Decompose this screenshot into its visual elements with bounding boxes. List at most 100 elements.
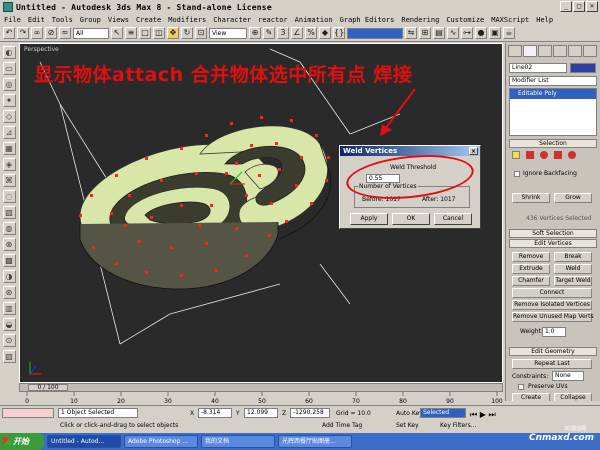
menu-reactor[interactable]: reactor [258,16,288,24]
y-coordinate[interactable]: 12.099 [244,408,278,418]
layer-manager-icon[interactable]: ▤ [433,27,445,39]
apply-button[interactable]: Apply [350,213,388,225]
edit-vertices-rollout[interactable]: Edit Vertices [509,239,597,248]
ignore-backfacing-checkbox[interactable] [514,171,520,177]
display-tab-icon[interactable] [568,45,582,57]
menu-maxscript[interactable]: MAXScript [491,16,529,24]
break-button[interactable]: Break [554,252,592,262]
select-move-icon[interactable]: ✥ [167,27,179,39]
snap-toggle-icon[interactable]: 3 [277,27,289,39]
rect-selection-icon[interactable]: □ [139,27,151,39]
remove-unused-map-button[interactable]: Remove Unused Map Verts [512,312,594,322]
reference-coord-dropdown[interactable]: View [209,27,247,39]
menu-tools[interactable]: Tools [52,16,73,24]
task-my-documents[interactable]: 我的文档 [201,435,275,448]
task-photoshop[interactable]: Adobe Photoshop ... [124,435,198,448]
constraints-dropdown[interactable]: None [552,371,584,381]
cancel-button[interactable]: Cancel [434,213,472,225]
set-key-label[interactable]: Set Key [396,422,419,429]
tool-8-icon[interactable]: ◈ [2,158,16,171]
tool-5-icon[interactable]: ◇ [2,110,16,123]
shrink-button[interactable]: Shrink [512,193,550,203]
hierarchy-tab-icon[interactable] [538,45,552,57]
edge-mode-icon[interactable] [526,151,534,159]
modify-tab-icon[interactable] [523,45,537,57]
tool-7-icon[interactable]: ▦ [2,142,16,155]
named-selection-sets-field[interactable] [347,27,403,39]
percent-snap-icon[interactable]: % [305,27,317,39]
vertex-mode-icon[interactable] [512,151,520,159]
tool-20-icon[interactable]: ▨ [2,350,16,363]
tool-3-icon[interactable]: ◎ [2,78,16,91]
connect-button[interactable]: Connect [512,288,592,298]
render-scene-icon[interactable]: ▣ [489,27,501,39]
dialog-close-icon[interactable]: × [469,147,478,155]
object-color-swatch[interactable] [570,63,596,73]
time-slider-thumb[interactable]: 0 / 100 [28,384,68,391]
chamfer-button[interactable]: Chamfer [512,276,550,286]
tool-15-icon[interactable]: ◑ [2,270,16,283]
tool-13-icon[interactable]: ⊗ [2,238,16,251]
ok-button[interactable]: OK [392,213,430,225]
extrude-button[interactable]: Extrude [512,264,550,274]
tool-18-icon[interactable]: ◒ [2,318,16,331]
z-coordinate[interactable]: -1290.258 [290,408,330,418]
object-name-field[interactable]: Line02 [509,63,567,73]
manipulate-icon[interactable]: ✎ [263,27,275,39]
task-3dsmax[interactable]: Untitled - Autod... [47,435,121,448]
pivot-center-icon[interactable]: ⊕ [249,27,261,39]
preserve-uvs-checkbox[interactable] [518,384,524,390]
tool-19-icon[interactable]: ⊙ [2,334,16,347]
tool-10-icon[interactable]: ◌ [2,190,16,203]
polygon-mode-icon[interactable] [554,151,562,159]
window-crossing-icon[interactable]: ◫ [153,27,165,39]
playback-controls-icon[interactable]: ⏮ ▶ ⏭ [470,410,496,420]
grow-button[interactable]: Grow [554,193,592,203]
collapse-button[interactable]: Collapse [554,393,592,401]
x-coordinate[interactable]: -8.314 [198,408,232,418]
listener-mini[interactable] [2,408,54,418]
unlink-icon[interactable]: ⊘ [45,27,57,39]
edit-geometry-rollout[interactable]: Edit Geometry [509,347,597,356]
target-weld-button[interactable]: Target Weld [554,276,592,286]
remove-isolated-button[interactable]: Remove Isolated Vertices [512,300,592,310]
create-button[interactable]: Create [512,393,550,401]
add-time-tag[interactable]: Add Time Tag [322,422,362,429]
weight-spinner[interactable]: 1.0 [542,327,566,337]
material-editor-icon[interactable]: ● [475,27,487,39]
undo-icon[interactable]: ↶ [3,27,15,39]
select-scale-icon[interactable]: ⊡ [195,27,207,39]
align-icon[interactable]: ⊞ [419,27,431,39]
select-object-icon[interactable]: ↖ [111,27,123,39]
element-mode-icon[interactable] [568,151,576,159]
tool-6-icon[interactable]: ⊿ [2,126,16,139]
tool-14-icon[interactable]: ▩ [2,254,16,267]
menu-animation[interactable]: Animation [295,16,333,24]
bind-space-warp-icon[interactable]: ≈ [59,27,71,39]
edit-named-sets-icon[interactable]: {} [333,27,345,39]
menu-customize[interactable]: Customize [446,16,484,24]
schematic-view-icon[interactable]: ⊶ [461,27,473,39]
border-mode-icon[interactable] [540,151,548,159]
selection-filter-dropdown[interactable]: All [73,27,109,39]
tool-1-icon[interactable]: ◐ [2,46,16,59]
stack-item-editable-poly[interactable]: Editable Poly [510,89,596,99]
angle-snap-icon[interactable]: ∠ [291,27,303,39]
tool-11-icon[interactable]: ▧ [2,206,16,219]
tool-17-icon[interactable]: ▥ [2,302,16,315]
menu-create[interactable]: Create [136,16,161,24]
weld-button[interactable]: Weld [554,264,592,274]
tool-2-icon[interactable]: ▭ [2,62,16,75]
menu-rendering[interactable]: Rendering [401,16,439,24]
menu-help[interactable]: Help [536,16,553,24]
start-button[interactable]: 开始 [0,433,44,450]
menu-views[interactable]: Views [108,16,129,24]
link-icon[interactable]: ∞ [31,27,43,39]
tool-12-icon[interactable]: ◍ [2,222,16,235]
menu-modifiers[interactable]: Modifiers [168,16,206,24]
spinner-snap-icon[interactable]: ◆ [319,27,331,39]
task-restaurant-folder[interactable]: 光辉西餐厅贴图册... [278,435,352,448]
select-rotate-icon[interactable]: ↻ [181,27,193,39]
modifier-list-dropdown[interactable]: Modifier List [509,76,597,86]
auto-key-label[interactable]: Auto Key [396,410,423,417]
